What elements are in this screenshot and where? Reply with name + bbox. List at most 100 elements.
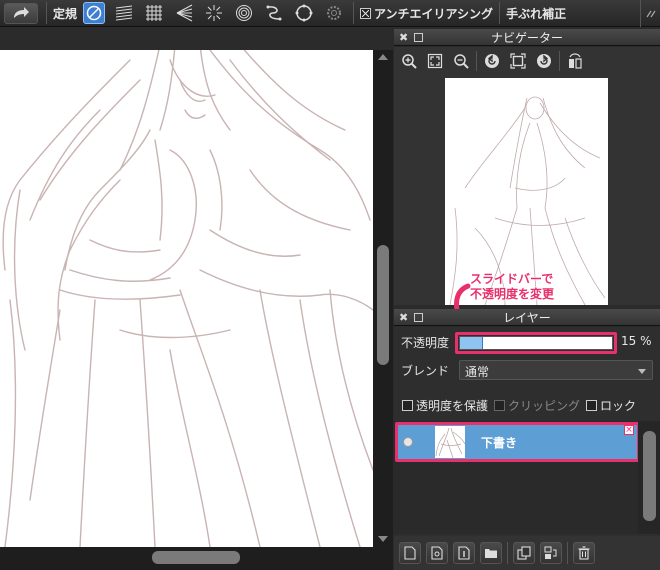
blend-row: ブレンド 通常	[394, 360, 660, 382]
new-layer-button[interactable]	[399, 542, 421, 564]
zoom-out-icon	[454, 53, 469, 69]
concentric-ruler-button[interactable]	[233, 2, 255, 24]
canvas-vertical-scrollbar[interactable]	[373, 50, 393, 547]
blend-mode-select[interactable]: 通常	[459, 360, 653, 380]
new-8bit-layer-icon	[458, 546, 470, 560]
ruler-off-icon	[86, 5, 102, 21]
flip-icon	[569, 52, 582, 69]
navigator-view[interactable]	[394, 74, 660, 305]
annotation-callout: スライドバーで 不透明度を変更	[470, 272, 554, 302]
new-halftone-layer-button[interactable]	[426, 542, 448, 564]
annotation-line-2: 不透明度を変更	[470, 287, 555, 301]
new-layer-icon	[404, 546, 416, 560]
settings-icon	[327, 6, 342, 20]
ruler-off-button[interactable]	[83, 2, 106, 24]
navigator-thumbnail	[445, 78, 608, 305]
scrollbar-thumb[interactable]	[643, 431, 656, 521]
layer-list-scrollbar[interactable]	[638, 421, 660, 534]
chevron-down-icon	[638, 369, 646, 374]
opacity-slider[interactable]	[459, 336, 613, 350]
rotate-left-button[interactable]	[481, 50, 503, 72]
new-1bit-layer-button[interactable]	[453, 542, 475, 564]
radial-icon	[206, 5, 223, 21]
protect-alpha-label: 透明度を保護	[416, 398, 489, 413]
opacity-slider-fill	[460, 337, 483, 349]
antialias-checkbox[interactable]: アンチエイリアシング	[360, 5, 493, 22]
reset-view-button[interactable]	[507, 50, 529, 72]
toolbar-divider	[567, 542, 568, 564]
delete-layer-button[interactable]	[573, 542, 595, 564]
concentric-icon	[236, 5, 253, 21]
scrollbar-thumb[interactable]	[377, 245, 389, 365]
curve-icon	[266, 5, 282, 21]
scroll-up-arrow[interactable]	[378, 54, 388, 60]
toolbar-divider	[353, 2, 355, 24]
top-toolbar: 定規 アンチエイリアシング 手ぶれ補正	[0, 0, 660, 27]
drawing-canvas[interactable]	[0, 50, 373, 547]
clipping-checkbox[interactable]: クリッピング	[494, 397, 580, 414]
thumbnail-sketch	[449, 96, 606, 305]
perspective-ruler-button[interactable]	[173, 2, 195, 24]
ruler-label: 定規	[53, 6, 78, 21]
checkbox-mark	[402, 399, 413, 411]
circle-ruler-button[interactable]	[293, 2, 315, 24]
app-window: 定規 アンチエイリアシング 手ぶれ補正 ✖ ナビゲーター スライドバーで 不透明…	[0, 0, 660, 570]
toolbar-more-button[interactable]	[640, 0, 660, 27]
navigator-title: ナビゲーター	[490, 30, 563, 45]
protect-alpha-checkbox[interactable]: 透明度を保護	[402, 397, 488, 414]
layer-options-row: 透明度を保護 クリッピング ロック	[394, 397, 660, 413]
merge-down-button[interactable]	[540, 542, 562, 564]
clipping-label: クリッピング	[508, 398, 581, 413]
toolbar-divider	[499, 2, 501, 24]
scroll-down-arrow[interactable]	[378, 536, 388, 542]
navigator-panel-header: ✖ ナビゲーター	[394, 29, 660, 46]
opacity-label: 不透明度	[401, 335, 450, 350]
duplicate-layer-icon	[517, 546, 531, 560]
fit-button[interactable]	[424, 50, 446, 72]
parallel-ruler-button[interactable]	[113, 2, 135, 24]
redo-icon	[14, 7, 29, 18]
lock-checkbox[interactable]: ロック	[586, 397, 636, 414]
new-halftone-layer-icon	[431, 546, 443, 560]
rotate-right-icon	[537, 53, 551, 68]
toolbar-divider	[559, 50, 560, 71]
curve-ruler-button[interactable]	[263, 2, 285, 24]
rotate-right-button[interactable]	[533, 50, 555, 72]
flip-button[interactable]	[564, 50, 586, 72]
toolbar-divider	[46, 2, 47, 24]
merge-down-icon	[544, 546, 557, 559]
redo-button[interactable]	[4, 2, 38, 24]
layer-list: 下書き ×	[394, 421, 640, 534]
grid-icon	[146, 5, 163, 21]
lock-label: ロック	[600, 398, 637, 413]
canvas-horizontal-scrollbar[interactable]	[0, 547, 393, 570]
navigator-toolbar	[394, 47, 660, 74]
delete-layer-icon	[578, 546, 590, 560]
layer-panel-header: ✖ レイヤー	[394, 309, 660, 326]
checkbox-mark	[360, 7, 372, 19]
checkbox-mark	[494, 399, 506, 411]
rotate-left-icon	[485, 53, 499, 68]
toolbar-divider	[507, 542, 508, 564]
new-folder-button[interactable]	[480, 542, 502, 564]
fit-icon	[427, 53, 443, 68]
sketch-drawing	[2, 50, 373, 547]
blend-mode-value: 通常	[465, 365, 490, 379]
duplicate-layer-button[interactable]	[513, 542, 535, 564]
stabilizer-label[interactable]: 手ぶれ補正	[506, 5, 566, 22]
reset-icon	[510, 52, 526, 69]
zoom-out-button[interactable]	[450, 50, 472, 72]
blend-label: ブレンド	[401, 364, 450, 378]
zoom-in-button[interactable]	[398, 50, 420, 72]
scrollbar-thumb[interactable]	[152, 551, 240, 564]
ruler-settings-button[interactable]	[323, 2, 345, 24]
radial-ruler-button[interactable]	[203, 2, 225, 24]
layer-panel: 不透明度 15 % ブレンド 通常 透明度を保護 クリッピング ロック 下書き …	[394, 327, 660, 570]
circle-icon	[295, 4, 313, 22]
annotation-line-1: スライドバーで	[470, 272, 554, 286]
antialias-label: アンチエイリアシング	[374, 6, 494, 21]
parallel-lines-icon	[115, 5, 133, 21]
grid-ruler-button[interactable]	[143, 2, 165, 24]
opacity-value: 15 %	[621, 334, 652, 348]
perspective-icon	[176, 4, 193, 22]
